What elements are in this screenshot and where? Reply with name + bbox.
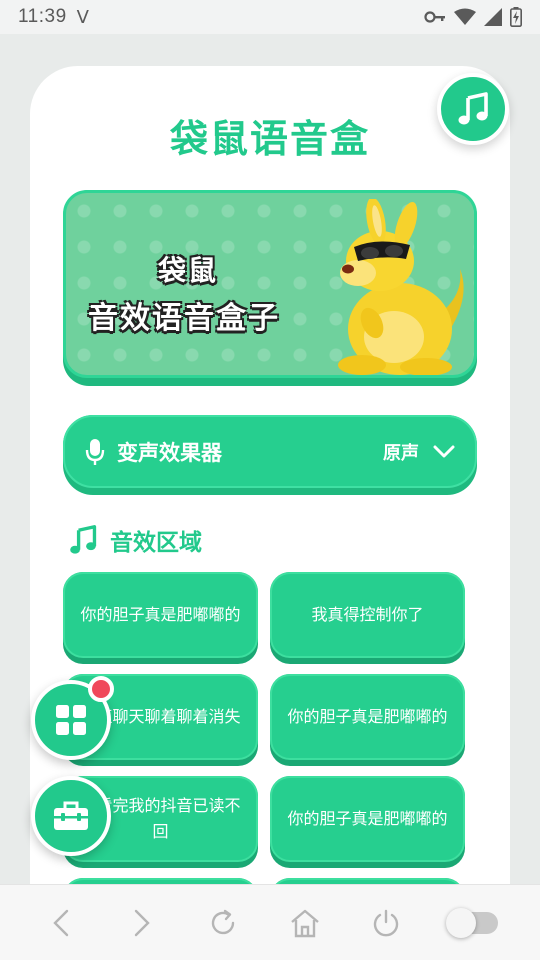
back-button[interactable] bbox=[37, 899, 85, 947]
refresh-button[interactable] bbox=[199, 899, 247, 947]
chevron-right-icon bbox=[134, 909, 150, 936]
toggle-switch bbox=[446, 907, 499, 938]
sound-button-label: 我真得控制你了 bbox=[270, 572, 465, 658]
wifi-icon bbox=[454, 8, 476, 25]
status-icons bbox=[424, 7, 522, 27]
sound-button-label: 你的胆子真是肥嘟嘟的 bbox=[63, 572, 258, 658]
microphone-icon bbox=[85, 438, 105, 465]
forward-button[interactable] bbox=[118, 899, 166, 947]
power-icon bbox=[373, 909, 399, 936]
status-time: 11:39 bbox=[18, 6, 67, 27]
sound-button-label: 你的胆子真是肥嘟嘟的 bbox=[270, 674, 465, 760]
sound-button[interactable]: 你的胆子真是肥嘟嘟的 bbox=[270, 674, 465, 766]
notification-badge bbox=[88, 676, 114, 702]
sound-section-title: 音效区域 bbox=[110, 530, 202, 556]
toggle-knob bbox=[446, 907, 477, 938]
status-bar: 11:39 V bbox=[0, 0, 540, 34]
hero-banner: 袋鼠 音效语音盒子 bbox=[63, 190, 477, 386]
sound-button[interactable]: 你的胆子真是肥嘟嘟的 bbox=[270, 776, 465, 868]
home-button[interactable] bbox=[281, 899, 329, 947]
grid-apps-icon bbox=[56, 705, 86, 735]
chevron-down-icon bbox=[433, 445, 455, 459]
banner-subtitle: 音效语音盒子 bbox=[88, 301, 280, 336]
voice-effect-label: 变声效果器 bbox=[117, 440, 222, 465]
signal-icon bbox=[484, 8, 502, 26]
music-note-icon bbox=[458, 92, 488, 125]
vpn-key-icon bbox=[424, 11, 445, 23]
home-icon bbox=[290, 909, 319, 937]
toolbox-button[interactable] bbox=[31, 776, 111, 856]
hero-banner-inner: 袋鼠 音效语音盒子 bbox=[63, 190, 477, 378]
music-toggle-button[interactable] bbox=[437, 73, 509, 145]
carrier-v-icon: V bbox=[76, 6, 89, 28]
sound-button-label: 你的胆子真是肥嘟嘟的 bbox=[270, 776, 465, 862]
toolbox-icon bbox=[54, 801, 88, 830]
voice-effect-selected: 原声 bbox=[383, 442, 419, 464]
voice-effect-dropdown-inner: 变声效果器 原声 bbox=[63, 415, 477, 488]
sound-section-heading: 音效区域 bbox=[68, 523, 202, 557]
battery-icon bbox=[510, 7, 522, 27]
voice-effect-dropdown[interactable]: 变声效果器 原声 bbox=[63, 415, 477, 495]
kangaroo-mascot-image bbox=[338, 199, 464, 375]
sound-button[interactable]: 我真得控制你了 bbox=[270, 572, 465, 664]
refresh-icon bbox=[212, 909, 235, 934]
power-button[interactable] bbox=[362, 899, 410, 947]
music-note-icon bbox=[70, 525, 97, 554]
sound-button[interactable]: 你的胆子真是肥嘟嘟的 bbox=[63, 572, 258, 664]
banner-title: 袋鼠 bbox=[158, 254, 219, 287]
chevron-left-icon bbox=[52, 909, 68, 936]
browser-bottom-bar bbox=[0, 884, 540, 960]
mode-toggle[interactable] bbox=[443, 899, 503, 947]
